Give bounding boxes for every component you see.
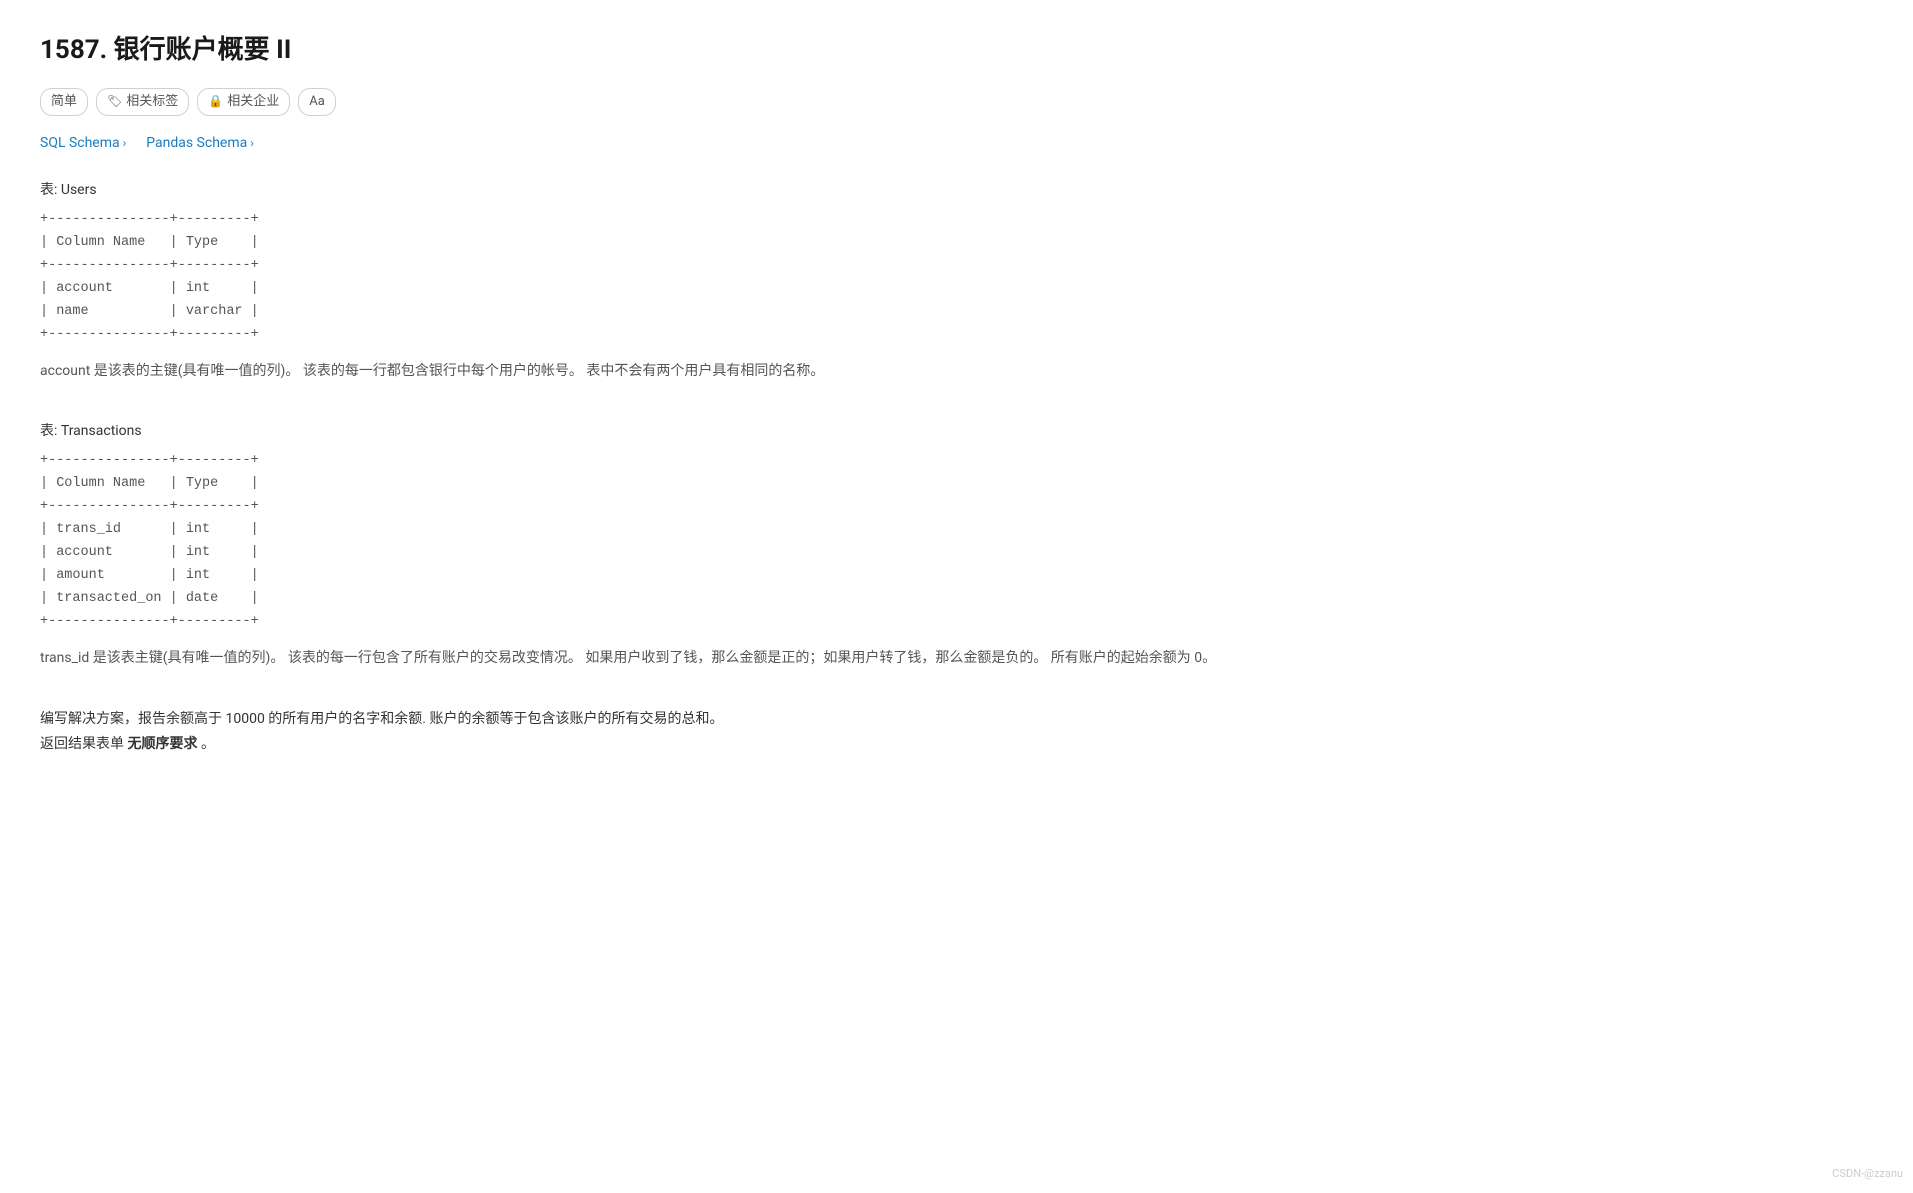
task-return-line: 返回结果表单 无顺序要求 。 bbox=[40, 732, 1873, 757]
transactions-schema-code: +---------------+---------+ | Column Nam… bbox=[40, 450, 1873, 634]
task-return-end: 。 bbox=[201, 736, 215, 752]
pandas-schema-label: Pandas Schema bbox=[146, 132, 247, 154]
tag-easy-label: 简单 bbox=[51, 92, 77, 113]
users-description: account 是该表的主键(具有唯一值的列)。 该表的每一行都包含银行中每个用… bbox=[40, 359, 1873, 384]
tag-related-companies[interactable]: 🔒 相关企业 bbox=[197, 88, 290, 117]
schema-links: SQL Schema › Pandas Schema › bbox=[40, 132, 1873, 154]
sql-schema-link[interactable]: SQL Schema › bbox=[40, 132, 126, 154]
task-section: 编写解决方案，报告余额高于 10000 的所有用户的名字和余额. 账户的余额等于… bbox=[40, 707, 1873, 757]
tag-font[interactable]: Aa bbox=[298, 88, 336, 117]
lock-icon: 🔒 bbox=[208, 92, 223, 111]
tag-icon: 🏷 bbox=[107, 92, 122, 111]
tag-related-companies-label: 相关企业 bbox=[227, 92, 279, 113]
tag-easy[interactable]: 简单 bbox=[40, 88, 88, 117]
sql-schema-chevron: › bbox=[123, 134, 127, 153]
pandas-schema-chevron: › bbox=[250, 134, 254, 153]
pandas-schema-link[interactable]: Pandas Schema › bbox=[146, 132, 254, 154]
transactions-description: trans_id 是该表主键(具有唯一值的列)。 该表的每一行包含了所有账户的交… bbox=[40, 646, 1873, 671]
tag-related-tags-label: 相关标签 bbox=[126, 92, 178, 113]
tags-row: 简单 🏷 相关标签 🔒 相关企业 Aa bbox=[40, 88, 1873, 117]
users-schema-code: +---------------+---------+ | Column Nam… bbox=[40, 209, 1873, 347]
task-description: 编写解决方案，报告余额高于 10000 的所有用户的名字和余额. 账户的余额等于… bbox=[40, 707, 1873, 732]
tag-related-tags[interactable]: 🏷 相关标签 bbox=[96, 88, 189, 117]
sql-schema-label: SQL Schema bbox=[40, 132, 120, 154]
users-table-label: 表: Users bbox=[40, 179, 1873, 201]
watermark: CSDN-@zzanu bbox=[1832, 1165, 1903, 1183]
tag-font-label: Aa bbox=[309, 92, 325, 113]
transactions-table-label: 表: Transactions bbox=[40, 420, 1873, 442]
task-return-text: 返回结果表单 bbox=[40, 736, 124, 752]
task-return-bold: 无顺序要求 bbox=[127, 736, 197, 752]
page-title: 1587. 银行账户概要 II bbox=[40, 30, 1873, 72]
